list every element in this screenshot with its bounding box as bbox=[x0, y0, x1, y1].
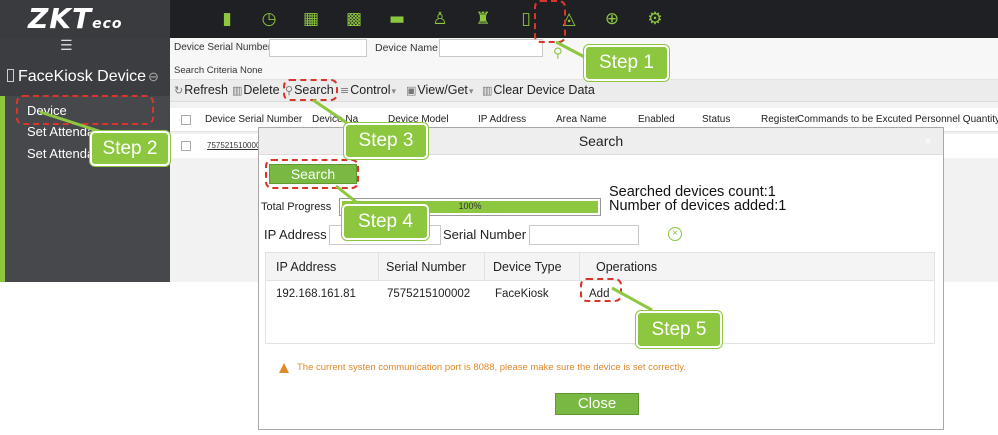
control-icon: ≡ bbox=[340, 84, 350, 97]
sidebar-module-title: FaceKiosk Device bbox=[18, 68, 147, 85]
added-count: Number of devices added:1 bbox=[609, 198, 787, 214]
step-1-label: Step 1 bbox=[584, 45, 669, 81]
logo-suffix: eco bbox=[92, 16, 123, 32]
clear-filter-icon[interactable]: × bbox=[668, 227, 682, 241]
elevator-icon[interactable]: ▬ bbox=[385, 7, 409, 31]
row-checkbox[interactable] bbox=[181, 141, 191, 151]
close-icon[interactable]: × bbox=[917, 131, 939, 151]
view-get-button[interactable]: ▣View/Get▾ bbox=[406, 83, 473, 97]
result-ip: 192.168.161.81 bbox=[276, 288, 356, 300]
trash-icon: ▥ bbox=[232, 84, 243, 97]
column-header: Serial Number bbox=[386, 260, 466, 274]
port-warning: The current systen communication port is… bbox=[297, 362, 686, 373]
step-4-label: Step 4 bbox=[342, 204, 429, 240]
column-header: Operations bbox=[596, 260, 658, 274]
refresh-button[interactable]: ↻Refresh bbox=[174, 83, 228, 97]
column-divider bbox=[484, 253, 485, 281]
step-2-label: Step 2 bbox=[90, 131, 170, 166]
delete-label: Delete bbox=[243, 83, 280, 97]
column-header[interactable]: Device Serial Number bbox=[205, 114, 302, 125]
result-device-type: FaceKiosk bbox=[495, 288, 549, 300]
view-icon: ▣ bbox=[406, 84, 417, 97]
control-button[interactable]: ≡Control▾ bbox=[340, 83, 396, 97]
results-header: IP Address Serial Number Device Type Ope… bbox=[266, 253, 934, 281]
column-divider bbox=[579, 253, 580, 281]
warning-icon bbox=[279, 363, 289, 373]
ip-address-label: IP Address bbox=[264, 227, 327, 242]
criteria-summary: Search Criteria None bbox=[174, 65, 263, 76]
step4-highlight bbox=[265, 159, 359, 189]
step1-highlight bbox=[534, 0, 566, 43]
column-header[interactable]: Enabled bbox=[638, 114, 675, 125]
consumption-icon[interactable]: ♙ bbox=[428, 7, 452, 31]
name-filter-label: Device Name bbox=[375, 42, 439, 54]
column-header[interactable]: Commands to be Excuted bbox=[797, 114, 912, 125]
delete-button[interactable]: ▥Delete bbox=[232, 83, 280, 97]
serial-number-label: Serial Number bbox=[443, 227, 527, 242]
report-icon[interactable]: ▦ bbox=[299, 7, 323, 31]
top-bar: ZKTeco ▮ ◷ ▦ ▩ ▬ ♙ ♜ ▯ ◬ ⊕ ⚙ bbox=[0, 0, 998, 38]
serial-filter-input[interactable] bbox=[269, 39, 367, 57]
access-control-icon[interactable]: ▩ bbox=[342, 7, 366, 31]
device-serial-link[interactable]: 757521510000 bbox=[207, 141, 260, 150]
serial-filter-label: Device Serial Number bbox=[174, 42, 272, 53]
chevron-down-icon: ▾ bbox=[468, 86, 474, 96]
column-header: Device Type bbox=[493, 260, 562, 274]
step5-highlight bbox=[580, 278, 622, 302]
chevron-down-icon: ▾ bbox=[391, 86, 397, 96]
column-divider bbox=[378, 253, 379, 281]
select-all-checkbox[interactable] bbox=[181, 115, 191, 125]
logo-text: ZKT bbox=[28, 2, 93, 35]
menu-toggle-icon[interactable]: ☰ bbox=[60, 38, 73, 54]
logo-area: ZKTeco bbox=[0, 0, 170, 38]
view-get-label: View/Get bbox=[417, 83, 468, 97]
column-header[interactable]: Status bbox=[702, 114, 730, 125]
security-icon[interactable]: ⊕ bbox=[600, 7, 624, 31]
trash-icon: ▥ bbox=[482, 84, 493, 97]
sidebar-item-set-attendance[interactable]: Set Attenda bbox=[27, 124, 94, 139]
step-3-label: Step 3 bbox=[344, 123, 428, 159]
control-label: Control bbox=[350, 83, 391, 97]
refresh-icon: ↻ bbox=[174, 84, 184, 97]
building-icon[interactable]: ♜ bbox=[471, 7, 495, 31]
sidebar-item-set-attendance-2[interactable]: Set Attenda bbox=[27, 146, 94, 161]
clock-icon[interactable]: ◷ bbox=[257, 7, 281, 31]
serial-number-input[interactable] bbox=[529, 225, 639, 245]
sidebar-module-header[interactable]: FaceKiosk Device ⊖ bbox=[7, 68, 159, 86]
refresh-label: Refresh bbox=[184, 83, 228, 97]
column-header[interactable]: Personnel Quantity bbox=[915, 114, 998, 125]
personnel-icon[interactable]: ▮ bbox=[215, 7, 239, 31]
column-header: IP Address bbox=[276, 260, 337, 274]
step3-highlight bbox=[283, 79, 338, 101]
clear-device-data-label: Clear Device Data bbox=[493, 83, 595, 97]
step-5-label: Step 5 bbox=[636, 311, 722, 348]
step2-highlight bbox=[16, 95, 154, 125]
gear-icon[interactable]: ⚙ bbox=[643, 7, 667, 31]
search-icon[interactable]: ⚲ bbox=[553, 46, 563, 61]
collapse-icon[interactable]: ⊖ bbox=[148, 69, 159, 84]
close-button[interactable]: Close bbox=[555, 393, 639, 415]
column-header[interactable]: Register bbox=[761, 114, 798, 125]
result-serial: 7575215100002 bbox=[387, 288, 471, 300]
logo: ZKTeco bbox=[28, 2, 123, 35]
name-filter-input[interactable] bbox=[439, 39, 543, 57]
column-header[interactable]: IP Address bbox=[478, 114, 526, 125]
column-header[interactable]: Area Name bbox=[556, 114, 607, 125]
clear-device-data-button[interactable]: ▥Clear Device Data bbox=[482, 83, 595, 97]
progress-label: Total Progress bbox=[261, 201, 332, 213]
device-icon bbox=[7, 69, 14, 82]
